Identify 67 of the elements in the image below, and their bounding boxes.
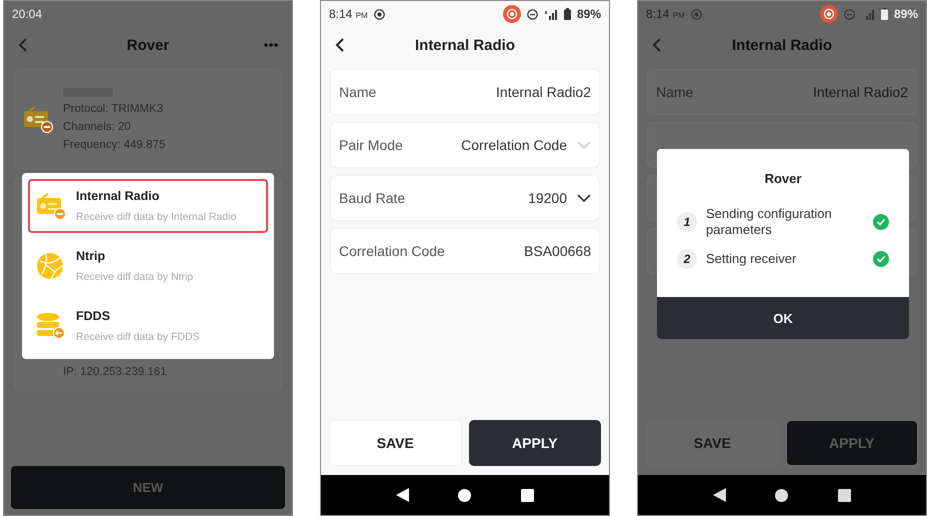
step-text: Sending configuration parameters xyxy=(706,206,833,238)
back-triangle-icon[interactable] xyxy=(396,488,409,502)
device-info-text: IP: 120.253.239.161 xyxy=(63,366,167,378)
dialog-title: Rover xyxy=(764,170,802,188)
battery-icon xyxy=(880,8,888,20)
field-value: Correlation Code xyxy=(461,137,567,153)
field-row[interactable]: Baud Rate 19200 xyxy=(330,175,600,221)
save-button[interactable]: SAVE xyxy=(329,420,462,466)
check-circle-icon xyxy=(873,214,889,230)
menu-item[interactable]: Ntrip Receive diff data by Ntrip xyxy=(28,239,268,293)
more-icon[interactable] xyxy=(264,43,278,47)
status-time: 8:14 PM xyxy=(329,7,368,21)
menu-item[interactable]: FDDS Receive diff data by FDDS xyxy=(28,299,268,353)
status-time: 8:14 PM xyxy=(646,7,685,21)
field-label: Name xyxy=(656,84,694,100)
menu-item-title: FDDS xyxy=(76,309,112,323)
battery-percent: 89% xyxy=(894,7,918,21)
menu-item-title: Ntrip xyxy=(76,249,106,263)
check-circle-icon xyxy=(873,251,889,268)
do-not-disturb-icon xyxy=(526,8,538,20)
square-icon[interactable] xyxy=(838,488,852,502)
battery-icon xyxy=(564,8,571,20)
menu-item-subtitle: Receive diff data by Ntrip xyxy=(76,271,194,283)
target-icon xyxy=(690,8,702,20)
home-circle-icon[interactable] xyxy=(775,488,788,502)
screen-title: Internal Radio xyxy=(414,36,515,54)
menu-item-subtitle: Receive diff data by FDDS xyxy=(76,331,200,343)
apply-button[interactable]: APPLY xyxy=(468,420,601,466)
status-time: 20:04 xyxy=(12,7,42,21)
menu-item[interactable]: Internal Radio Receive diff data by Internal Radio xyxy=(28,179,268,233)
menu-item-title: Internal Radio xyxy=(76,189,160,203)
radio-icon xyxy=(36,192,66,220)
back-icon[interactable] xyxy=(335,38,345,52)
menu-item-subtitle: Receive diff data by Internal Radio xyxy=(76,211,236,223)
screen-title: Internal Radio xyxy=(732,36,832,54)
step-number: 2 xyxy=(677,249,697,270)
field-row[interactable]: Name Internal Radio2 xyxy=(330,69,600,115)
do-not-disturb-icon xyxy=(844,8,855,20)
field-row[interactable]: Correlation Code BSA00668 xyxy=(330,228,600,274)
database-icon xyxy=(36,312,66,340)
signal-icon xyxy=(544,8,558,20)
step-text: Setting receiver xyxy=(706,251,798,267)
field-value: Internal Radio2 xyxy=(496,84,591,100)
square-icon[interactable] xyxy=(521,488,534,502)
recording-icon xyxy=(820,5,838,23)
chevron-down-icon xyxy=(577,141,591,149)
recording-icon xyxy=(502,5,521,23)
back-triangle-icon[interactable] xyxy=(712,488,726,502)
radio-icon xyxy=(23,105,53,133)
device-info-text: Frequency: 449.875 xyxy=(63,138,166,150)
field-label: Name xyxy=(339,84,376,100)
step-number: 1 xyxy=(677,212,697,232)
field-label: Pair Mode xyxy=(339,137,403,153)
target-icon xyxy=(374,8,385,20)
chevron-down-icon xyxy=(577,194,591,202)
ok-button[interactable]: OK xyxy=(657,297,909,340)
field-label: Correlation Code xyxy=(339,243,445,259)
field-label: Baud Rate xyxy=(339,190,406,206)
device-info-text: Protocol: TRIMMK3 xyxy=(63,102,164,114)
field-value: Internal Radio2 xyxy=(813,84,908,100)
home-circle-icon[interactable] xyxy=(458,488,472,502)
field-value: BSA00668 xyxy=(524,243,591,259)
device-info-text: Channels: 20 xyxy=(63,120,132,132)
battery-percent: 89% xyxy=(576,7,601,21)
screen-title: Rover xyxy=(126,36,170,54)
globe-icon xyxy=(36,252,66,280)
field-value: 19200 xyxy=(528,190,567,206)
